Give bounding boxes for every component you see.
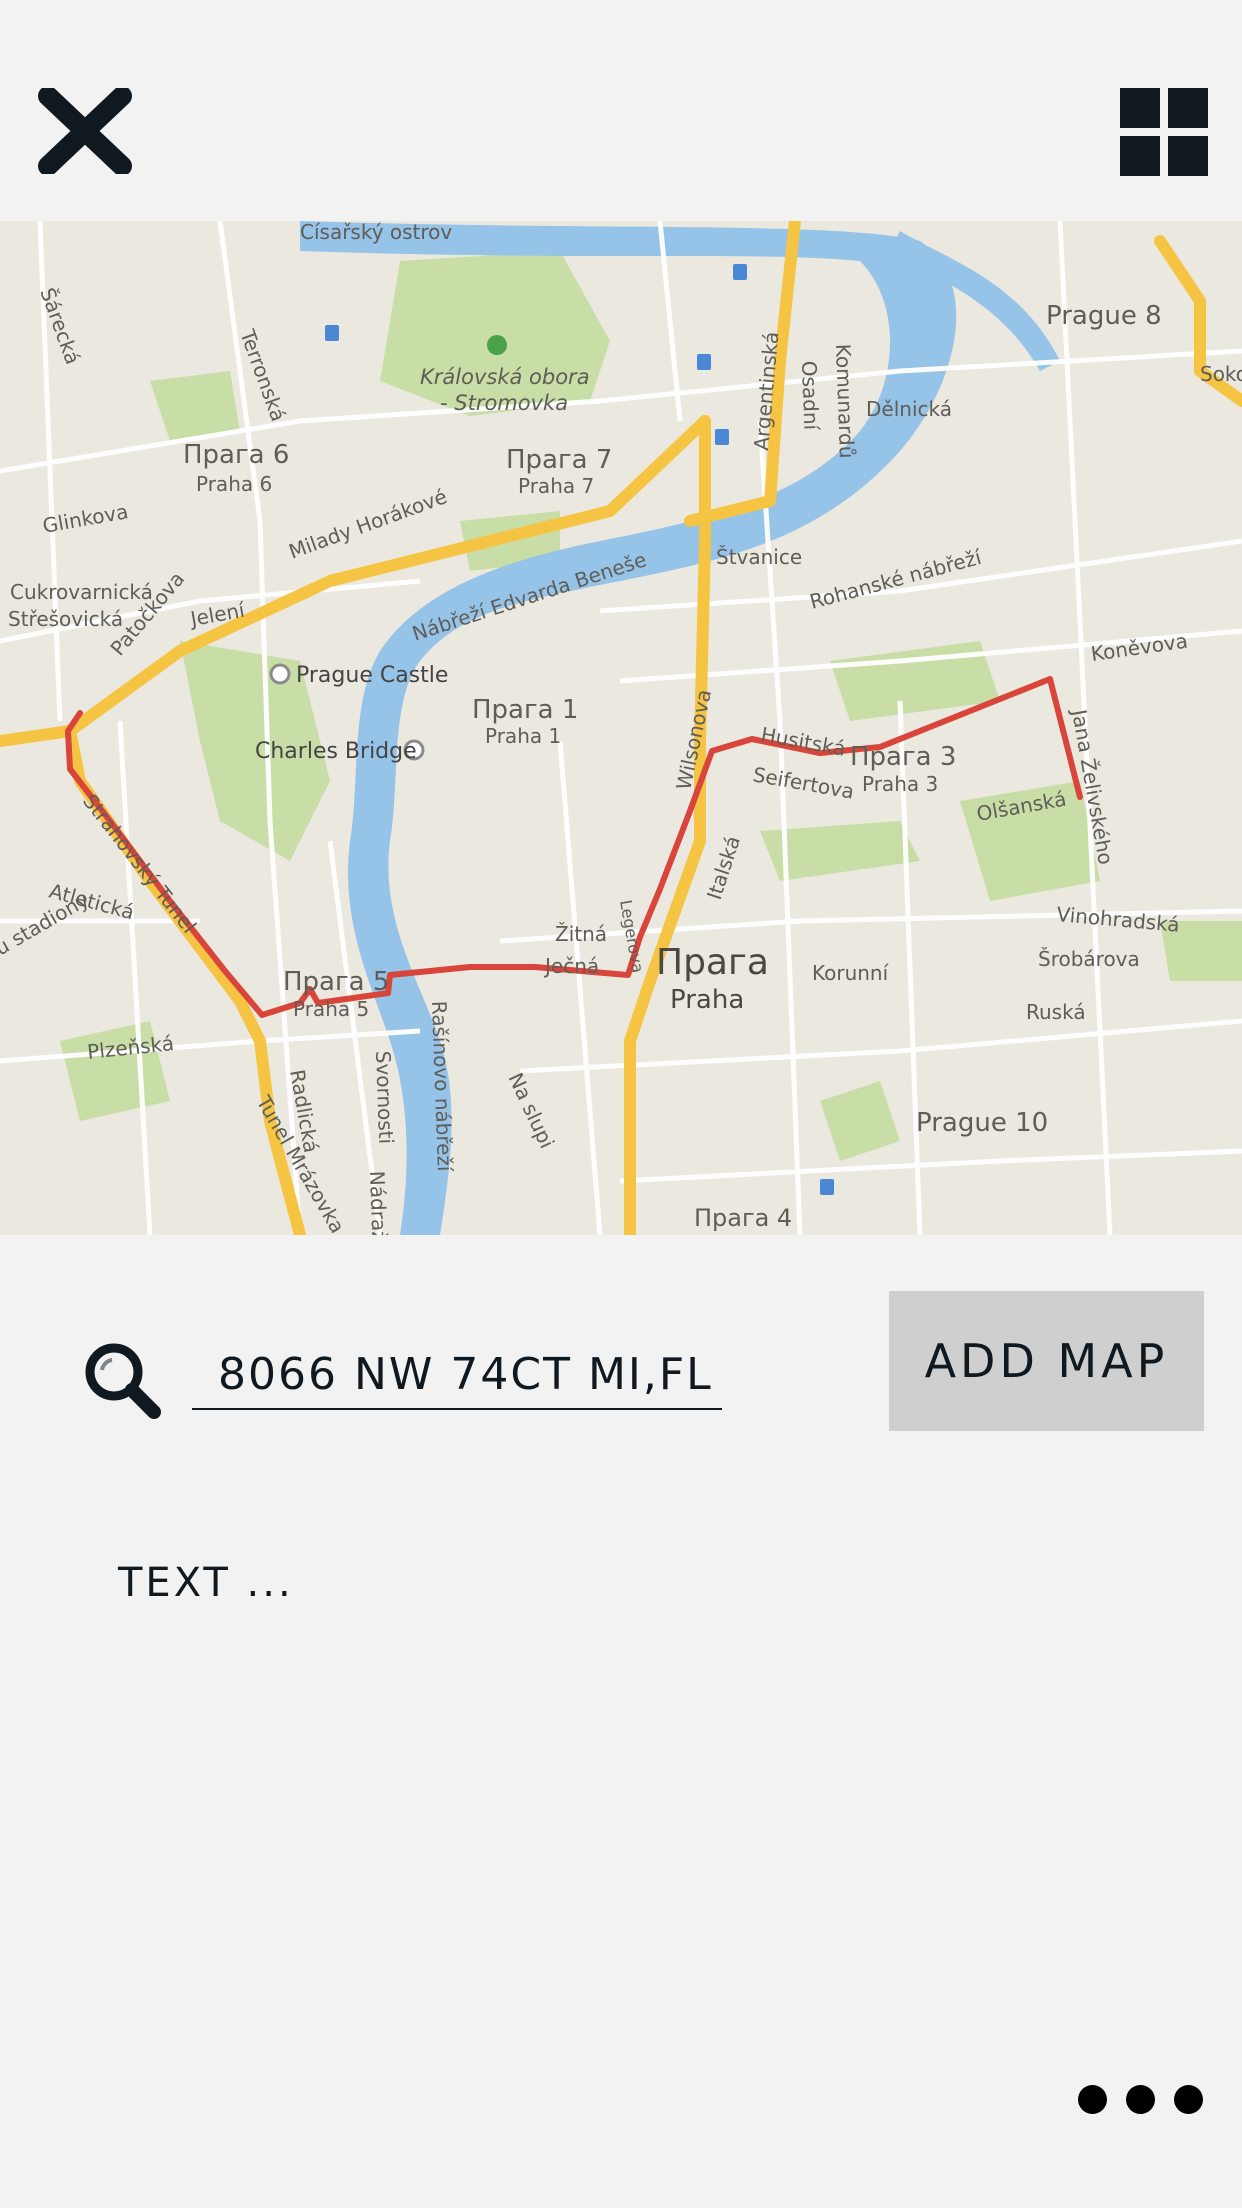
label-praha5: Praha 5 bbox=[293, 997, 369, 1021]
label-kralovska-2: - Stromovka bbox=[440, 391, 568, 415]
label-prague8: Prague 8 bbox=[1046, 301, 1162, 331]
label-zitna: Žitná bbox=[555, 922, 607, 946]
label-praha: Praha bbox=[670, 985, 744, 1015]
label-jecna: Ječná bbox=[543, 954, 599, 978]
label-praha7: Praha 7 bbox=[518, 474, 594, 498]
more-icon-dot bbox=[1174, 2085, 1203, 2114]
label-praha1-ru: Прага 1 bbox=[472, 695, 578, 725]
label-praha4-ru: Прага 4 bbox=[694, 1204, 792, 1232]
label-soko: Soko bbox=[1200, 362, 1242, 386]
label-prague-castle: Prague Castle bbox=[296, 663, 448, 688]
grid-view-button[interactable] bbox=[1120, 88, 1208, 176]
label-praha-ru: Прага bbox=[656, 942, 769, 983]
route-map[interactable]: Císařský ostrov Prague 8 Soko Královská … bbox=[0, 221, 1242, 1235]
close-icon bbox=[38, 86, 132, 176]
label-prague10: Prague 10 bbox=[916, 1108, 1048, 1138]
close-button[interactable] bbox=[38, 86, 132, 176]
label-osadni: Osadní bbox=[797, 360, 823, 432]
label-korunni: Korunní bbox=[812, 961, 890, 985]
label-cukrovarnicka: Cukrovarnická bbox=[10, 580, 153, 604]
label-svornosti: Svornosti bbox=[371, 1050, 398, 1144]
grid-icon bbox=[1120, 88, 1208, 176]
label-praha6-ru: Прага 6 bbox=[183, 440, 289, 470]
more-options-button[interactable] bbox=[1078, 2083, 1203, 2117]
label-praha3: Praha 3 bbox=[862, 772, 938, 796]
more-icon-dot bbox=[1078, 2085, 1107, 2114]
search-icon[interactable] bbox=[82, 1340, 162, 1420]
more-icon-dot bbox=[1126, 2085, 1155, 2114]
address-search-input[interactable] bbox=[192, 1340, 722, 1410]
label-praha3-ru: Прага 3 bbox=[850, 742, 956, 772]
label-stvanice: Štvanice bbox=[716, 545, 802, 569]
label-charles-bridge: Charles Bridge bbox=[255, 739, 417, 764]
label-delnicka: Dělnická bbox=[866, 397, 952, 421]
label-cisarsky-ostrov: Císařský ostrov bbox=[300, 221, 452, 244]
label-praha1: Praha 1 bbox=[485, 724, 561, 748]
add-map-button[interactable]: ADD MAP bbox=[889, 1291, 1204, 1431]
label-praha5-ru: Прага 5 bbox=[283, 967, 389, 997]
body-text[interactable]: TEXT ... bbox=[118, 1560, 294, 1606]
label-praha7-ru: Прага 7 bbox=[506, 445, 612, 475]
label-ruska: Ruská bbox=[1026, 1000, 1086, 1024]
label-srobarova: Šrobárova bbox=[1038, 947, 1140, 971]
label-kralovska-1: Královská obora bbox=[420, 365, 590, 389]
label-stresovicka: Střešovická bbox=[8, 607, 123, 631]
label-praha6: Praha 6 bbox=[196, 472, 272, 496]
label-nadrazni: Nádraží bbox=[365, 1170, 392, 1235]
label-komunardu: Komunardů bbox=[831, 343, 859, 458]
top-toolbar bbox=[0, 0, 1242, 221]
